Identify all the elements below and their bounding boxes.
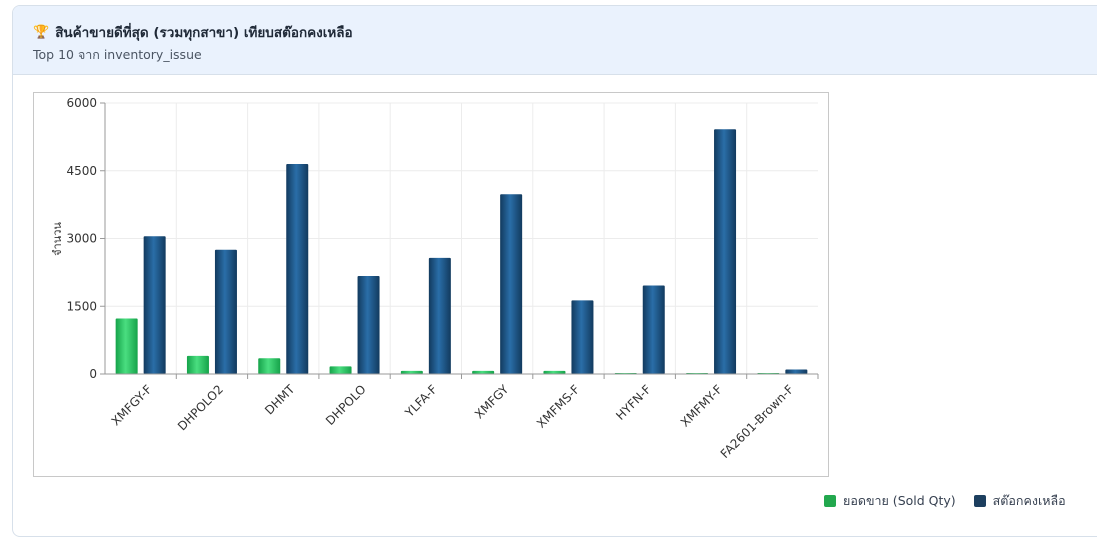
x-tick-label: XMFMY-F (678, 382, 725, 429)
y-axis-label: จำนวน (51, 222, 64, 256)
bar-sold-qty[interactable] (115, 318, 138, 374)
bar-stock[interactable] (642, 285, 665, 374)
bar-sold-qty[interactable] (329, 366, 352, 374)
bar-stock[interactable] (500, 194, 523, 374)
bar-stock[interactable] (286, 163, 309, 374)
bar-stock[interactable] (571, 300, 594, 374)
y-tick-label: 0 (89, 367, 97, 381)
bar-sold-qty[interactable] (258, 358, 281, 374)
x-tick-label: DHPOLO (323, 382, 369, 428)
x-tick-label: XMFGY-F (109, 382, 155, 428)
legend-swatch-sold (824, 495, 836, 507)
x-tick-label: FA2601-Brown-F (718, 382, 797, 461)
bar-stock[interactable] (143, 236, 166, 374)
x-tick-label: DHPOLO2 (175, 382, 226, 433)
legend-item-sold[interactable]: ยอดขาย (Sold Qty) (824, 491, 956, 511)
legend-swatch-stock (973, 495, 986, 507)
card-subtitle: Top 10 จาก inventory_issue (33, 47, 202, 62)
legend-label-stock: สต๊อกคงเหลือ (992, 493, 1066, 508)
x-tick-label: XMFGY (472, 382, 512, 422)
bar-stock[interactable] (785, 369, 808, 374)
y-tick-label: 3000 (66, 232, 97, 246)
legend-label-sold: ยอดขาย (Sold Qty) (843, 493, 956, 508)
bar-sold-qty[interactable] (186, 355, 209, 374)
x-tick-label: DHMT (262, 382, 298, 418)
bar-chart: 0 1500 3000 4500 6000 XMFGY-F DHPOLO2 DHMT DHPOL… (51, 96, 819, 461)
chart-frame: 0 1500 3000 4500 6000 XMFGY-F DHPOLO2 DHMT DHPOL… (33, 92, 829, 477)
y-tick-label: 1500 (66, 299, 97, 313)
title-row: 🏆 สินค้าขายดีที่สุด (รวมทุกสาขา) เทียบสต… (33, 21, 353, 43)
bar-stock[interactable] (214, 249, 237, 374)
x-tick-label: YLFA-F (402, 382, 440, 420)
x-tick-label: XMFMS-F (534, 382, 583, 431)
bar-stock[interactable] (357, 275, 380, 374)
y-tick-label: 6000 (66, 96, 97, 110)
card-header: 🏆 สินค้าขายดีที่สุด (รวมทุกสาขา) เทียบสต… (13, 6, 1097, 75)
trophy-icon: 🏆 (33, 24, 50, 40)
bar-stock[interactable] (428, 257, 451, 374)
x-tick-label: HYFN-F (613, 382, 654, 423)
legend-item-stock[interactable]: สต๊อกคงเหลือ (973, 491, 1066, 511)
chart-legend: ยอดขาย (Sold Qty) สต๊อกคงเหลือ (824, 491, 1066, 511)
y-tick-label: 4500 (66, 164, 97, 178)
card-title: สินค้าขายดีที่สุด (รวมทุกสาขา) เทียบสต๊อ… (55, 25, 353, 41)
bar-stock[interactable] (714, 129, 737, 374)
